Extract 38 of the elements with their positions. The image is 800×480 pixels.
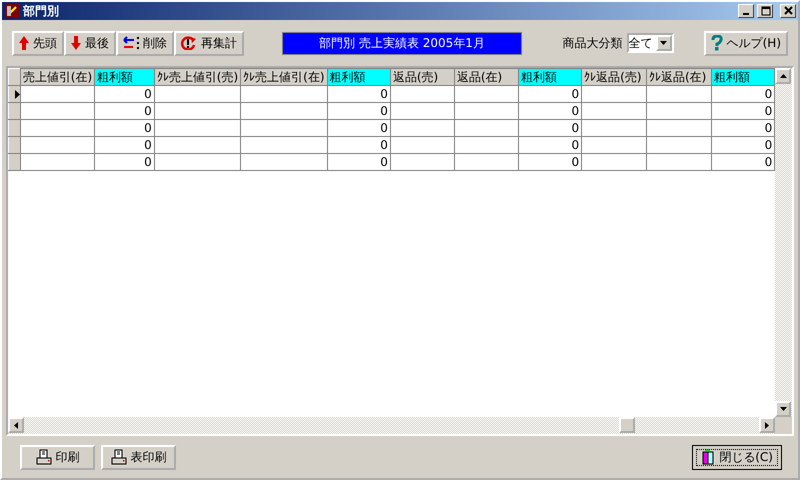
column-header[interactable]: ｸﾚ返品(売) bbox=[582, 68, 646, 86]
print-button[interactable]: 表印刷 bbox=[101, 444, 176, 470]
column-header[interactable]: 粗利額 bbox=[711, 68, 775, 86]
column-header[interactable]: 粗利額 bbox=[518, 68, 582, 86]
table-cell: 0 bbox=[518, 86, 582, 102]
toolbar-button[interactable]: 先頭 bbox=[12, 30, 64, 56]
column-header[interactable]: 粗利額 bbox=[327, 68, 390, 86]
toolbar-button[interactable]: 最後 bbox=[64, 30, 116, 56]
table-cell: 0 bbox=[518, 120, 582, 136]
help-button[interactable]: ヘルプ(H) bbox=[704, 30, 788, 56]
column-header[interactable]: 売上値引(在) bbox=[20, 68, 95, 86]
table-cell: 0 bbox=[94, 102, 154, 120]
category-label: 商品大分類 bbox=[562, 37, 623, 49]
table-cell: 0 bbox=[327, 102, 390, 120]
table-cell: 0 bbox=[518, 136, 582, 154]
close-button[interactable]: 閉じる(C) bbox=[692, 444, 782, 470]
toolbar-button[interactable]: 削除 bbox=[116, 30, 174, 56]
table-cell: 0 bbox=[94, 136, 154, 154]
table-cell: 0 bbox=[327, 136, 390, 154]
table-cell: 0 bbox=[327, 86, 390, 102]
column-header[interactable]: 返品(売) bbox=[390, 68, 454, 86]
table-cell: 0 bbox=[94, 120, 154, 136]
table-cell: 0 bbox=[327, 120, 390, 136]
column-header[interactable]: ｸﾚ売上値引(在) bbox=[240, 68, 328, 86]
table-cell: 0 bbox=[518, 154, 582, 170]
column-header[interactable]: 粗利額 bbox=[94, 68, 154, 86]
table-cell: 0 bbox=[327, 154, 390, 170]
category-dropdown[interactable]: 全て bbox=[626, 33, 674, 53]
report-title: 部門別 売上実績表 2005年1月 bbox=[282, 32, 522, 54]
print-button[interactable]: 印刷 bbox=[20, 444, 95, 470]
table-cell: 0 bbox=[94, 86, 154, 102]
window-title: 部門別 bbox=[23, 5, 59, 17]
table-cell: 0 bbox=[518, 102, 582, 120]
table-cell: 0 bbox=[94, 154, 154, 170]
column-header[interactable]: 返品(在) bbox=[454, 68, 518, 86]
column-header[interactable]: ｸﾚ売上値引(売) bbox=[154, 68, 241, 86]
toolbar-button[interactable]: 再集計 bbox=[174, 30, 244, 56]
column-header[interactable]: ｸﾚ返品(在) bbox=[646, 68, 712, 86]
